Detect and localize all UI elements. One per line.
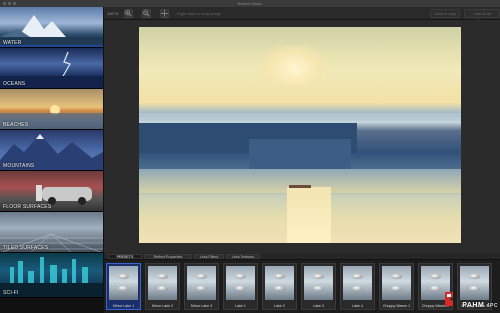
category-oceans[interactable]: OCEANS	[0, 48, 103, 89]
zoom-in-icon	[125, 10, 132, 17]
preset-lake-3[interactable]: Lake 3	[301, 263, 336, 310]
tab-lens-textures[interactable]: Lens Textures	[226, 254, 260, 259]
preset-choppy-waves-1[interactable]: Choppy Waves 1	[379, 263, 414, 310]
sphere-icon	[118, 274, 129, 279]
image-preview[interactable]	[139, 27, 461, 243]
preset-label: Mirror Lake 2	[151, 304, 174, 308]
category-beaches[interactable]: BEACHES	[0, 89, 103, 130]
drag-hint: Right-click to drag image	[177, 11, 222, 16]
zoom-out-icon	[143, 10, 150, 17]
app-window: Reflect Studio 100 % Right-click to drag…	[0, 0, 500, 313]
category-sidebar: WATER OCEANS BEACHES MOUNTAINS FLOOR SUR…	[0, 7, 104, 313]
category-label: SCI-FI	[3, 290, 19, 296]
sphere-icon	[469, 274, 480, 279]
preset-label: Lake 4	[352, 304, 363, 308]
watermark-sub: 4PC	[486, 303, 498, 309]
preset-thumbnail	[226, 266, 255, 300]
save-copy-button[interactable]: Save a copy	[430, 9, 461, 18]
sphere-icon	[274, 274, 285, 279]
sun-reflection	[287, 187, 331, 243]
sphere-icon	[235, 286, 246, 291]
preset-mirror-lake-2[interactable]: Mirror Lake 2	[145, 263, 180, 310]
zoom-in-button[interactable]	[124, 9, 133, 18]
category-tiled-surfaces[interactable]: TILED SURFACES	[0, 212, 103, 253]
tab-presets[interactable]: PRESETS	[108, 254, 142, 259]
watermark-text: PAHM	[462, 302, 485, 309]
window-title: Reflect Studio	[237, 1, 263, 6]
category-label: OCEANS	[3, 81, 26, 87]
pan-button[interactable]	[160, 9, 169, 18]
sphere-icon	[313, 286, 324, 291]
move-arrows-icon	[161, 10, 168, 17]
category-mountains[interactable]: MOUNTAINS	[0, 130, 103, 171]
sphere-icon	[235, 274, 246, 279]
zoom-level: 100 %	[107, 11, 119, 16]
preset-lake-4[interactable]: Lake 4	[340, 263, 375, 310]
preset-strip: Mirror Lake 1 Mirror Lake 2 Mirror Lake …	[104, 261, 500, 313]
sphere-icon	[430, 274, 441, 279]
sphere-icon	[391, 286, 402, 291]
category-floor-surfaces[interactable]: FLOOR SURFACES	[0, 171, 103, 212]
category-label: TILED SURFACES	[3, 245, 49, 251]
horizon-wave	[139, 113, 461, 121]
sphere-icon	[196, 274, 207, 279]
category-label: BEACHES	[3, 122, 29, 128]
preset-label: Lake 3	[313, 304, 324, 308]
preset-thumbnail	[460, 266, 489, 300]
title-bar: Reflect Studio	[0, 0, 500, 7]
category-label: MOUNTAINS	[3, 163, 35, 169]
category-label: FLOOR SURFACES	[3, 204, 52, 210]
preset-label: Lake 2	[274, 304, 285, 308]
category-water[interactable]: WATER	[0, 7, 103, 48]
preset-thumbnail	[343, 266, 372, 300]
hide-dual-mode-button[interactable]: Hide Dual Mode	[464, 9, 500, 23]
sphere-icon	[157, 274, 168, 279]
preset-label: Mirror Lake 1	[112, 304, 135, 308]
tab-lens-filters[interactable]: Lens Filters	[194, 254, 224, 259]
sphere-icon	[274, 286, 285, 291]
sphere-icon	[352, 274, 363, 279]
sphere-icon	[313, 274, 324, 279]
preset-thumbnail	[382, 266, 411, 300]
sphere-icon	[196, 286, 207, 291]
preset-label: Lake 1	[235, 304, 246, 308]
sphere-icon	[469, 286, 480, 291]
preset-lake-2[interactable]: Lake 2	[262, 263, 297, 310]
reflection-artifact	[289, 185, 311, 188]
preset-thumbnail	[148, 266, 177, 300]
category-label: WATER	[3, 40, 22, 46]
watermark: PAHM 4PC	[462, 302, 498, 309]
preset-label: Mirror Lake 3	[190, 304, 213, 308]
toolbar: 100 % Right-click to drag image Save a c…	[104, 7, 500, 23]
sphere-icon	[352, 286, 363, 291]
preset-thumbnail	[304, 266, 333, 300]
panel-tabs: PRESETS Reflect Properties Lens Filters …	[104, 253, 500, 260]
preset-lake-1[interactable]: Lake 1	[223, 263, 258, 310]
sphere-icon	[157, 286, 168, 291]
sphere-icon	[118, 286, 129, 291]
category-sci-fi[interactable]: SCI-FI	[0, 253, 103, 298]
preset-label: Choppy Waves 1	[382, 304, 411, 308]
zoom-out-button[interactable]	[142, 9, 151, 18]
sphere-icon	[391, 274, 402, 279]
sun-glow	[259, 45, 329, 85]
preset-thumbnail	[187, 266, 216, 300]
tab-reflect-properties[interactable]: Reflect Properties	[144, 254, 192, 259]
canvas-area	[104, 20, 500, 253]
watermark-logo-icon	[445, 292, 453, 306]
preset-thumbnail	[109, 266, 138, 300]
preset-thumbnail	[265, 266, 294, 300]
sphere-icon	[430, 286, 441, 291]
bottom-panel: PRESETS Reflect Properties Lens Filters …	[104, 253, 500, 313]
preset-mirror-lake-1[interactable]: Mirror Lake 1	[106, 263, 141, 310]
preset-mirror-lake-3[interactable]: Mirror Lake 3	[184, 263, 219, 310]
